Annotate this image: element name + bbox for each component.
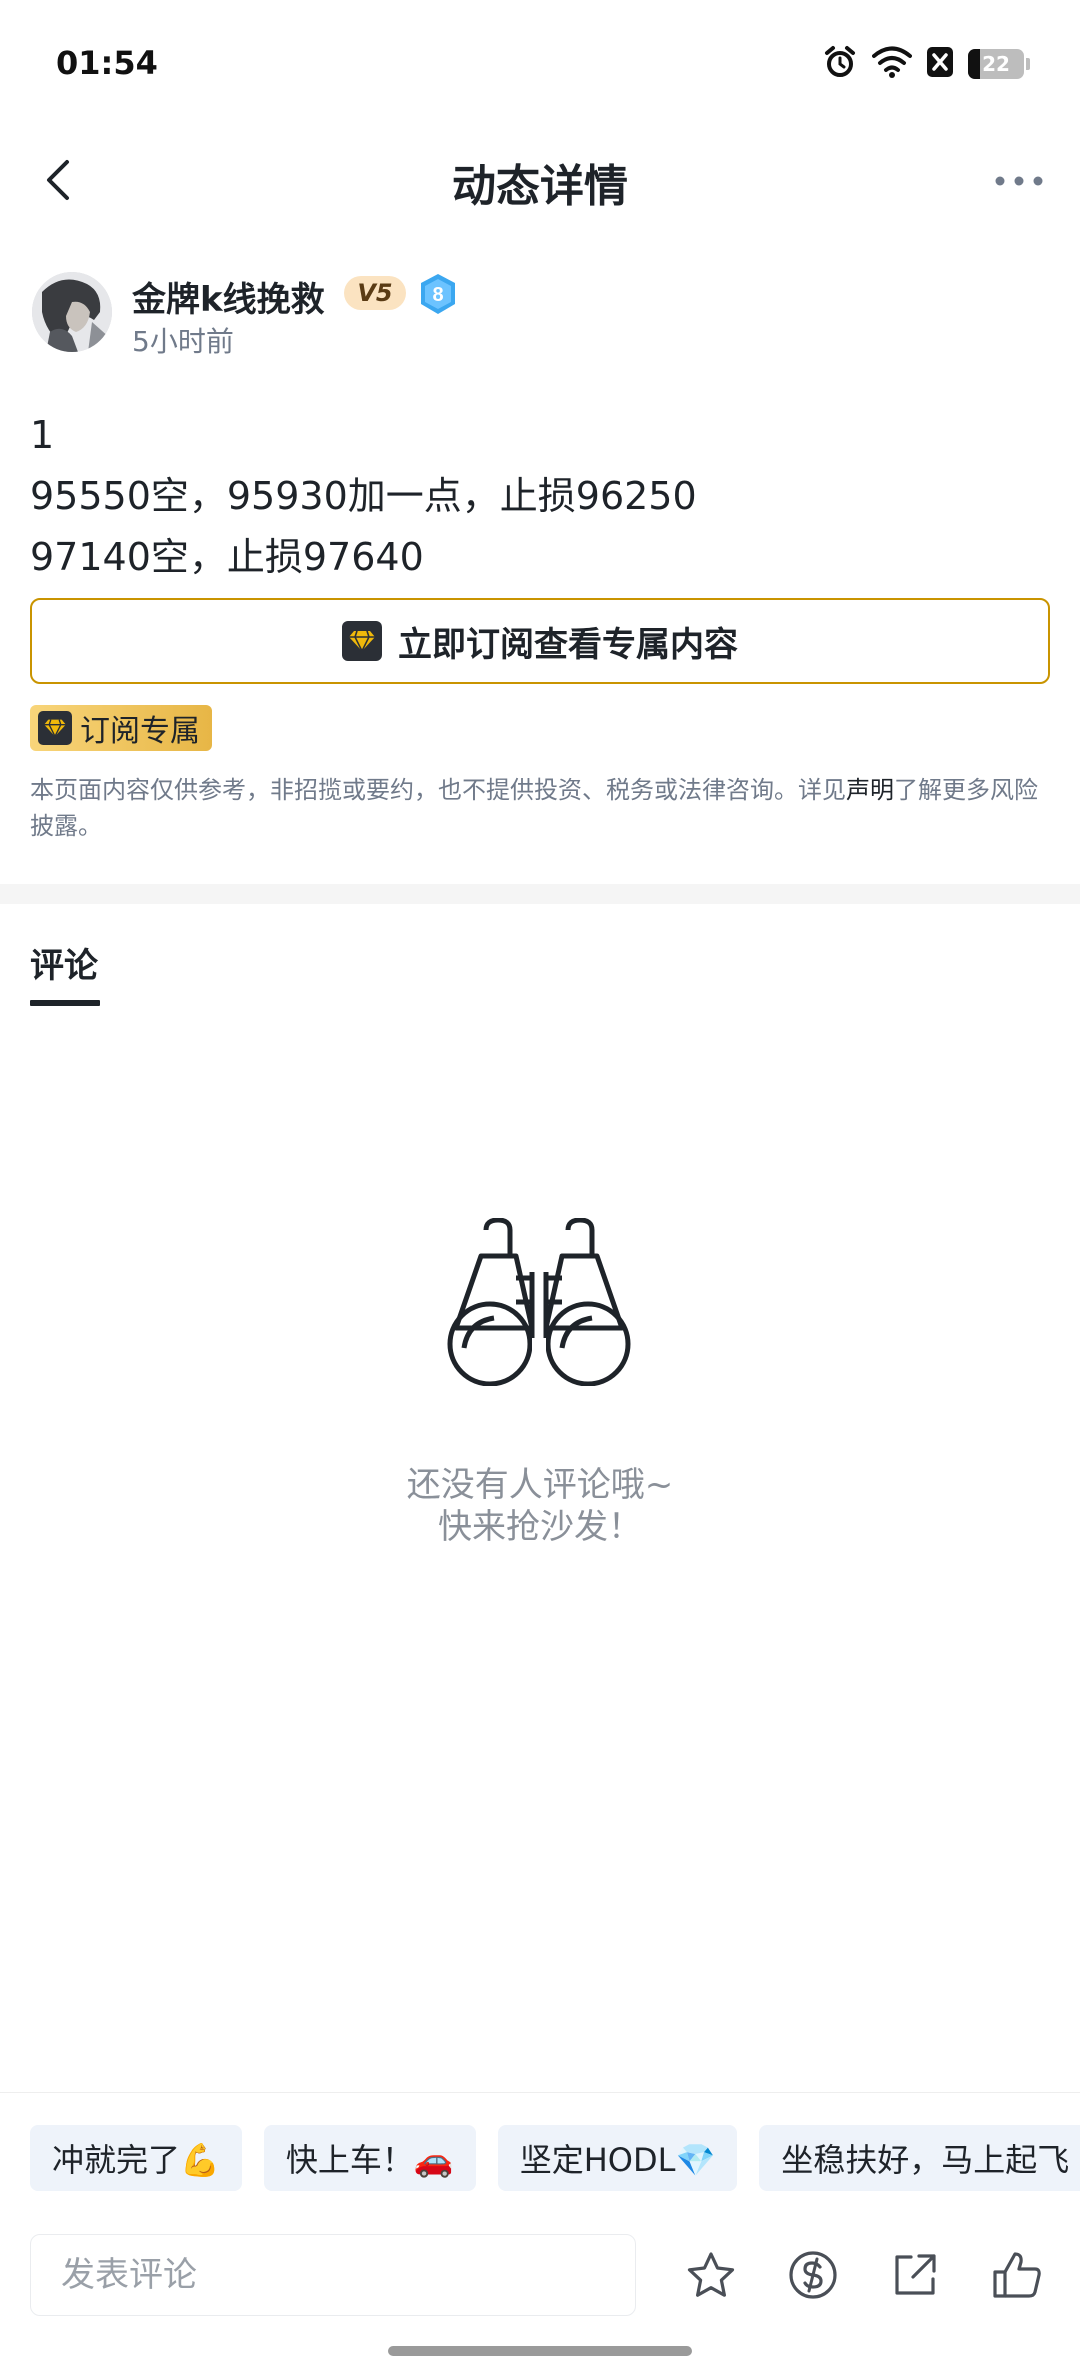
battery-icon: 22	[968, 49, 1024, 79]
page-title: 动态详情	[452, 161, 628, 212]
quick-reply-bar: 冲就完了💪 快上车！🚗 坚定HODL💎 坐稳扶好，马上起飞	[0, 2092, 1080, 2192]
subscription-tag-label: 订阅专属	[80, 714, 200, 749]
status-icons: 22	[822, 44, 1030, 84]
post-content: 1 95550空，95930加一点，止损96250 97140空，止损97640	[30, 405, 1050, 588]
subscribe-button-label: 立即订阅查看专属内容	[398, 624, 738, 665]
quick-reply-chip[interactable]: 坚定HODL💎	[497, 2125, 738, 2191]
disclaimer-link[interactable]: 声明	[846, 776, 894, 804]
quick-reply-chip[interactable]: 快上车！🚗	[263, 2125, 476, 2191]
subscribe-button[interactable]: 立即订阅查看专属内容	[30, 598, 1050, 684]
battery-level: 22	[982, 52, 1010, 76]
home-indicator	[388, 2346, 692, 2356]
empty-line-2: 快来抢沙发！	[438, 1507, 642, 1547]
comment-input[interactable]	[30, 2234, 636, 2316]
empty-line-1: 还没有人评论哦~	[406, 1465, 674, 1505]
like-icon[interactable]	[988, 2246, 1046, 2304]
diamond-icon	[342, 621, 382, 661]
nav-header: 动态详情	[0, 130, 1080, 230]
bottom-bar	[0, 2220, 1080, 2330]
disclaimer: 本页面内容仅供参考，非招揽或要约，也不提供投资、税务或法律咨询。详见声明了解更多…	[30, 772, 1050, 844]
star-icon[interactable]	[682, 2246, 740, 2304]
binoculars-icon	[446, 1217, 632, 1387]
author-row: 金牌k线挽救 V5 8 5小时前	[32, 270, 1032, 360]
disclaimer-text: 本页面内容仅供参考，非招揽或要约，也不提供投资、税务或法律咨询。详见	[30, 776, 846, 804]
x-app-icon	[926, 46, 954, 82]
avatar[interactable]	[32, 272, 112, 352]
post-line: 95550空，95930加一点，止损96250	[30, 474, 697, 518]
diamond-icon	[38, 711, 72, 745]
share-icon[interactable]	[886, 2246, 944, 2304]
alarm-icon	[822, 44, 858, 84]
quick-reply-list: 冲就完了💪 快上车！🚗 坚定HODL💎 坐稳扶好，马上起飞	[30, 2125, 1080, 2191]
tab-underline	[30, 1000, 100, 1006]
quick-reply-chip[interactable]: 坐稳扶好，马上起飞	[759, 2125, 1080, 2191]
empty-comments-message: 还没有人评论哦~ 快来抢沙发！	[0, 1464, 1080, 1548]
section-divider	[0, 884, 1080, 904]
tip-coin-icon[interactable]	[784, 2246, 842, 2304]
battery-nub	[1026, 58, 1030, 70]
post-line: 97140空，止损97640	[30, 535, 424, 579]
more-button[interactable]	[984, 156, 1054, 206]
level-badge: 8	[418, 272, 458, 316]
wifi-icon	[872, 45, 912, 83]
status-time: 01:54	[56, 44, 158, 82]
vip-badge: V5	[344, 276, 406, 310]
post-time: 5小时前	[132, 325, 234, 358]
quick-reply-chip[interactable]: 冲就完了💪	[30, 2125, 242, 2191]
subscription-tag: 订阅专属	[30, 705, 212, 751]
more-horizontal-icon	[995, 176, 1043, 186]
status-bar: 01:54 22	[0, 0, 1080, 130]
level-badge-number: 8	[432, 284, 443, 306]
post-line: 1	[30, 413, 55, 457]
author-name[interactable]: 金牌k线挽救	[132, 272, 325, 321]
tab-comments[interactable]: 评论	[30, 938, 98, 987]
